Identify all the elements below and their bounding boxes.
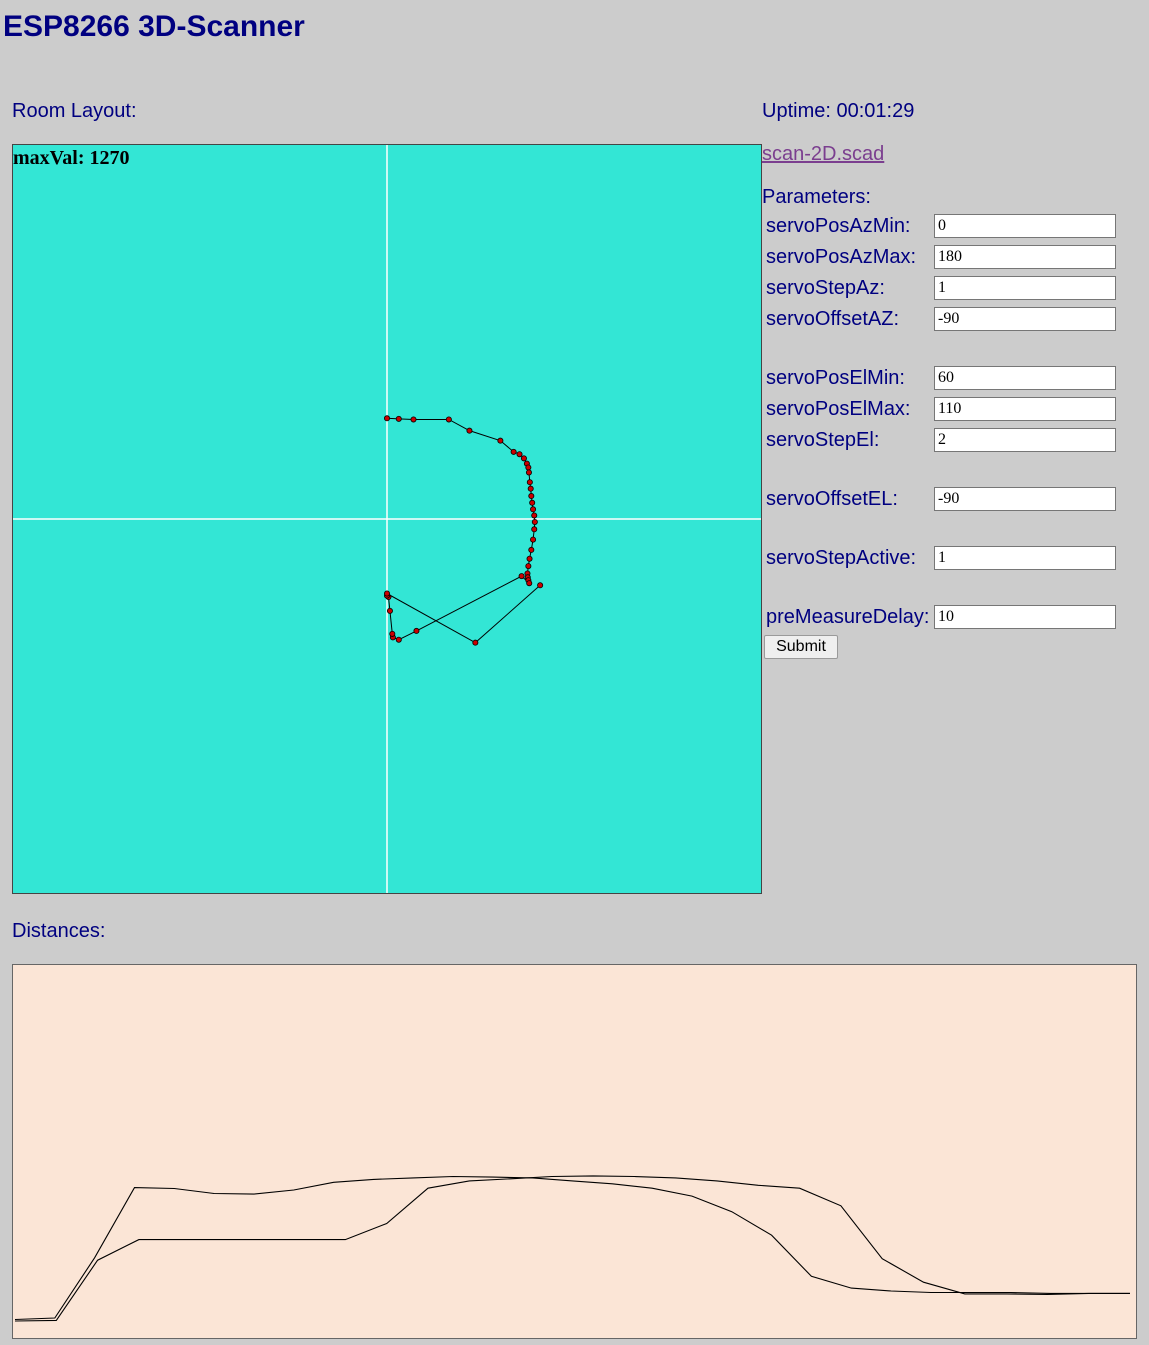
page-title: ESP8266 3D-Scanner (3, 10, 305, 43)
pre-measure-delay-input[interactable] (934, 605, 1116, 629)
scan-point (525, 469, 532, 476)
scan-point (526, 580, 533, 587)
scan-point (445, 416, 452, 423)
scan-point (466, 427, 473, 434)
param-label: servoPosAzMax: (766, 246, 917, 268)
scan-point (383, 590, 390, 597)
room-layout-plot (13, 145, 761, 893)
scan-point (537, 582, 544, 589)
scan-point (383, 415, 390, 422)
scad-download-link[interactable]: scan-2D.scad (762, 143, 884, 166)
scan-point (413, 627, 420, 634)
param-row-servo-step-active: servoStepActive: (766, 546, 1116, 572)
scan-point (530, 536, 537, 543)
param-label: servoOffsetAZ: (766, 308, 900, 330)
distances-plot (14, 1175, 1130, 1322)
scan-point (531, 512, 538, 519)
distances-label: Distances: (12, 920, 106, 942)
scan-point (531, 526, 538, 533)
scan-point (516, 451, 523, 458)
servo-offset-az-input[interactable] (934, 307, 1116, 331)
scan-point (497, 437, 504, 444)
scan-point (525, 464, 532, 471)
param-label: servoOffsetEL: (766, 488, 898, 510)
scan-point (518, 573, 525, 580)
scan-point (410, 416, 417, 423)
submit-button[interactable]: Submit (764, 635, 838, 659)
servo-pos-az-max-input[interactable] (934, 245, 1116, 269)
servo-step-active-input[interactable] (934, 546, 1116, 570)
room-layout-label: Room Layout: (12, 100, 137, 122)
servo-pos-el-max-input[interactable] (934, 397, 1116, 421)
servo-offset-el-input[interactable] (934, 487, 1116, 511)
param-row-servo-pos-az-min: servoPosAzMin: (766, 214, 1116, 240)
servo-step-az-input[interactable] (934, 276, 1116, 300)
max-value-label: maxVal: 1270 (13, 147, 130, 169)
param-label: servoStepActive: (766, 547, 917, 569)
scan-point (525, 563, 532, 570)
scan-point (395, 636, 402, 643)
param-label: servoPosElMin: (766, 367, 905, 389)
param-label: preMeasureDelay: (766, 606, 930, 628)
parameters-label: Parameters: (762, 186, 871, 208)
param-row-pre-measure-delay: preMeasureDelay: (766, 605, 1116, 631)
scan-point (526, 555, 533, 562)
param-row-servo-pos-el-min: servoPosElMin: (766, 366, 1116, 392)
distance-series-1 (14, 1175, 1130, 1321)
scan-path (386, 417, 541, 644)
uptime-label: Uptime: 00:01:29 (762, 100, 915, 122)
param-label: servoStepEl: (766, 429, 880, 451)
distances-canvas (12, 964, 1137, 1339)
distance-series-2 (14, 1175, 1130, 1322)
scan-point (530, 506, 537, 513)
scan-point (395, 415, 402, 422)
scan-point (528, 546, 535, 553)
param-label: servoStepAz: (766, 277, 885, 299)
servo-step-el-input[interactable] (934, 428, 1116, 452)
param-label: servoPosAzMin: (766, 215, 911, 237)
param-row-servo-step-el: servoStepEl: (766, 428, 1116, 454)
scan-point (510, 448, 517, 455)
scan-point (389, 630, 396, 637)
scan-point (520, 455, 527, 462)
scan-point (529, 499, 536, 506)
param-row-servo-offset-az: servoOffsetAZ: (766, 307, 1116, 333)
scan-point (472, 639, 479, 646)
servo-pos-el-min-input[interactable] (934, 366, 1116, 390)
scan-point (527, 485, 534, 492)
scan-point (528, 493, 535, 500)
param-row-servo-step-az: servoStepAz: (766, 276, 1116, 302)
room-layout-canvas: maxVal: 1270 (12, 144, 762, 894)
scan-point (526, 479, 533, 486)
scan-point (386, 607, 393, 614)
param-row-servo-pos-el-max: servoPosElMax: (766, 397, 1116, 423)
servo-pos-az-min-input[interactable] (934, 214, 1116, 238)
param-row-servo-offset-el: servoOffsetEL: (766, 487, 1116, 513)
param-row-servo-pos-az-max: servoPosAzMax: (766, 245, 1116, 271)
param-label: servoPosElMax: (766, 398, 911, 420)
scan-point (531, 518, 538, 525)
